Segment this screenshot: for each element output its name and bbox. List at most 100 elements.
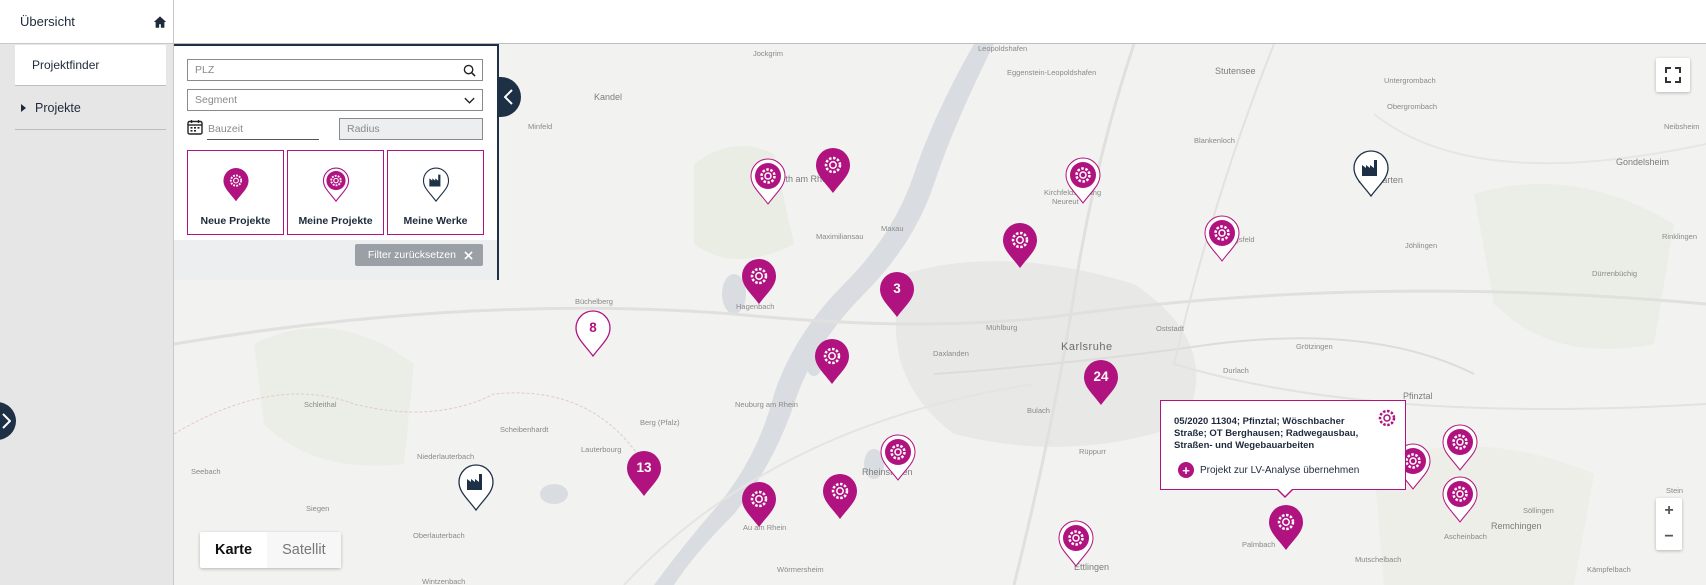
place-label: Söllingen — [1523, 506, 1554, 515]
gear-pin-filled-icon — [742, 482, 776, 527]
map-marker-plant[interactable] — [1352, 150, 1390, 198]
place-label: Berg (Pfalz) — [640, 418, 680, 427]
segment-placeholder: Segment — [195, 94, 238, 106]
fullscreen-button[interactable] — [1656, 58, 1690, 92]
map-marker-my-project[interactable] — [1441, 476, 1479, 524]
place-label: Jöhlingen — [1405, 241, 1438, 250]
top-bar — [174, 0, 1706, 44]
map-marker-new-project[interactable] — [740, 481, 778, 529]
place-label: Siegen — [306, 504, 330, 513]
sidebar-header-overview[interactable]: Übersicht — [0, 0, 173, 44]
map-marker-my-project[interactable] — [749, 158, 787, 206]
map-marker-new-project[interactable] — [814, 147, 852, 195]
chevron-left-icon — [504, 89, 513, 105]
map-cluster[interactable]: 3 — [878, 271, 916, 319]
place-label: Obergrombach — [1387, 102, 1438, 111]
zoom-in-button[interactable]: + — [1656, 498, 1682, 524]
plz-input[interactable]: PLZ — [187, 59, 483, 81]
map-marker-my-project[interactable] — [1064, 157, 1102, 205]
filter-footer: Filter zurücksetzen — [174, 240, 497, 280]
tile-meine-werke[interactable]: Meine Werke — [387, 150, 484, 235]
cluster-count: 8 — [589, 320, 597, 335]
map-marker-my-project[interactable] — [879, 434, 917, 482]
zoom-out-button[interactable]: − — [1656, 524, 1682, 550]
sidebar-item-label: Projektfinder — [32, 58, 100, 72]
plz-placeholder: PLZ — [195, 64, 215, 76]
place-label: Blankenloch — [1194, 136, 1235, 145]
plus-icon: + — [1178, 462, 1194, 478]
tile-label: Meine Werke — [403, 215, 468, 227]
gear-pin-outline-icon — [322, 167, 349, 203]
bauzeit-placeholder: Bauzeit — [208, 122, 244, 135]
sidebar-item-projektfinder[interactable]: Projektfinder — [15, 45, 166, 86]
place-label: Kandel — [594, 92, 623, 102]
map-cluster[interactable]: 8 — [574, 310, 612, 358]
map-type-karte-button[interactable]: Karte — [200, 532, 267, 568]
place-label: Rüppurr — [1079, 447, 1107, 456]
place-label: Wörmersheim — [777, 565, 824, 574]
tile-neue-projekte[interactable]: Neue Projekte — [187, 150, 284, 235]
gear-outline-icon — [1378, 409, 1396, 427]
factory-pin-icon — [1353, 150, 1389, 198]
calendar-icon[interactable] — [187, 119, 203, 135]
map-marker-plant[interactable] — [457, 464, 495, 512]
place-label: Karlsruhe — [1061, 341, 1113, 353]
gear-pin-filled-icon — [222, 168, 249, 202]
map-marker-new-project[interactable] — [813, 338, 851, 386]
project-popup: 05/2020 11304; Pfinztal; Wöschbacher Str… — [1160, 400, 1406, 498]
tile-label: Meine Projekte — [298, 215, 373, 227]
popup-action-label: Projekt zur LV-Analyse übernehmen — [1200, 464, 1360, 476]
place-label: Mutschelbach — [1355, 555, 1402, 564]
map-marker-new-project[interactable] — [740, 258, 778, 306]
sidebar-item-label: Projekte — [35, 100, 81, 115]
sidebar-expand-button[interactable] — [0, 402, 16, 440]
cluster-count: 13 — [636, 460, 652, 475]
gear-pin-outline-icon — [1442, 424, 1478, 471]
map-type-satellit-button[interactable]: Satellit — [267, 532, 341, 568]
place-label: Eggenstein-Leopoldshafen — [1007, 68, 1097, 77]
place-label: Neuburg am Rhein — [735, 400, 798, 409]
place-label: Stutensee — [1215, 66, 1256, 76]
cluster-count: 24 — [1093, 369, 1109, 384]
map-marker-my-project[interactable] — [1441, 424, 1479, 472]
chevron-right-icon — [2, 413, 11, 429]
place-label: Scheibenhardt — [500, 425, 549, 434]
chevron-down-icon — [464, 97, 475, 104]
gear-pin-outline-icon — [1065, 157, 1101, 204]
place-label: Maxau — [881, 224, 904, 233]
gear-pin-filled-icon — [1003, 223, 1037, 268]
place-label: Maximiliansau — [816, 232, 864, 241]
tile-meine-projekte[interactable]: Meine Projekte — [287, 150, 384, 235]
map-marker-new-project[interactable] — [821, 473, 859, 521]
place-label: Dürrenbüchig — [1592, 269, 1638, 278]
place-label: Bulach — [1027, 406, 1050, 415]
bauzeit-input[interactable]: Bauzeit — [207, 118, 319, 140]
place-label: Leopoldshafen — [978, 44, 1028, 53]
search-icon[interactable] — [463, 64, 476, 77]
map-marker-new-project[interactable] — [1001, 222, 1039, 270]
close-icon — [464, 250, 473, 260]
map-marker-my-project[interactable] — [1203, 215, 1241, 263]
map-marker-my-project[interactable] — [1057, 520, 1095, 568]
map-cluster[interactable]: 24 — [1082, 359, 1120, 407]
map-marker-selected-project[interactable] — [1267, 504, 1305, 552]
zoom-control: + − — [1656, 498, 1682, 550]
gear-pin-filled-icon — [1269, 505, 1303, 550]
place-label: Remchingen — [1491, 521, 1542, 531]
sidebar-item-projekte[interactable]: Projekte — [15, 86, 166, 130]
add-to-lv-analysis-button[interactable]: + Projekt zur LV-Analyse übernehmen — [1178, 462, 1359, 478]
gear-pin-outline-icon — [1058, 520, 1094, 567]
cluster-count: 3 — [893, 281, 901, 296]
fullscreen-icon — [1665, 67, 1681, 83]
radius-placeholder: Radius — [347, 123, 380, 135]
sidebar: Übersicht Projektfinder Projekte — [0, 0, 174, 585]
reset-filter-button[interactable]: Filter zurücksetzen — [354, 244, 483, 266]
map-cluster[interactable]: 13 — [625, 450, 663, 498]
place-label: Gondelsheim — [1616, 157, 1670, 167]
gear-pin-outline-icon — [1204, 215, 1240, 262]
home-icon[interactable] — [153, 15, 167, 29]
segment-select[interactable]: Segment — [187, 89, 483, 111]
factory-pin-icon — [422, 167, 449, 203]
radius-input[interactable]: Radius — [339, 118, 483, 140]
place-label: Seebach — [191, 467, 221, 476]
